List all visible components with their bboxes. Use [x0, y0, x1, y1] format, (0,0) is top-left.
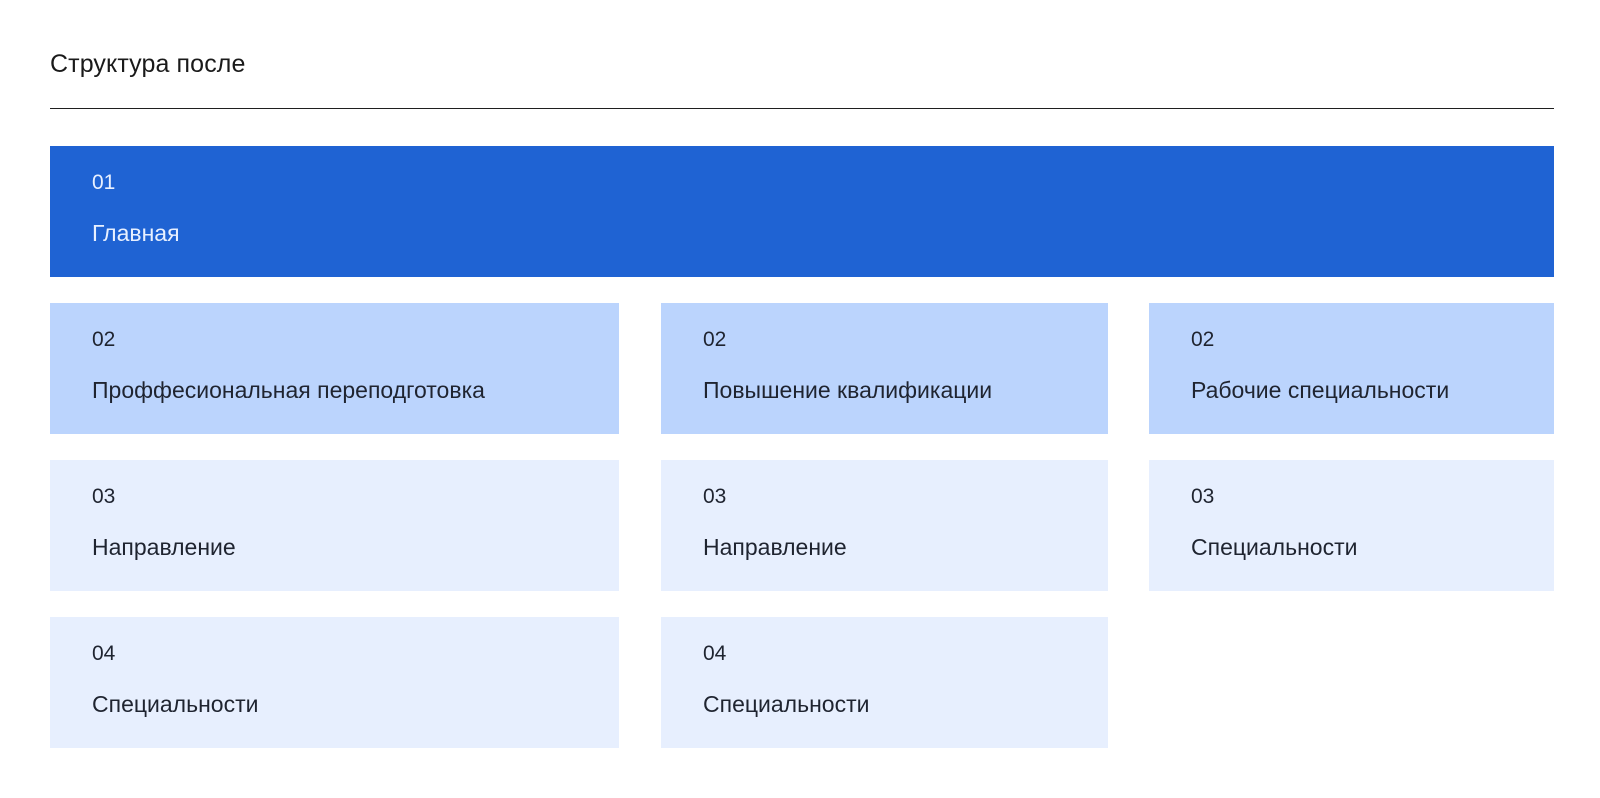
node-label: Проффесиональная переподготовка — [92, 377, 485, 403]
node-main: 01 Главная — [50, 146, 1554, 277]
node-number: 02 — [1191, 328, 1215, 351]
node-number: 02 — [92, 328, 116, 351]
node-label: Направление — [92, 534, 236, 560]
node-label: Специальности — [1191, 534, 1358, 560]
node-label: Специальности — [703, 691, 870, 717]
node-number: 03 — [1191, 485, 1215, 508]
node-direction-training: 03 Направление — [661, 460, 1108, 591]
node-label: Повышение квалификации — [703, 377, 993, 403]
node-label: Направление — [703, 534, 847, 560]
node-label: Специальности — [92, 691, 259, 717]
node-number: 03 — [92, 485, 116, 508]
node-number: 02 — [703, 328, 727, 351]
node-advanced-training: 02 Повышение квалификации — [661, 303, 1108, 434]
node-direction-retraining: 03 Направление — [50, 460, 619, 591]
title-divider — [50, 108, 1554, 109]
node-number: 04 — [92, 642, 116, 665]
node-working-specialties: 02 Рабочие специальности — [1149, 303, 1554, 434]
node-label: Главная — [92, 220, 180, 246]
node-specialties-training: 04 Специальности — [661, 617, 1108, 748]
node-number: 04 — [703, 642, 727, 665]
node-number: 01 — [92, 171, 116, 194]
node-label: Рабочие специальности — [1191, 377, 1450, 403]
node-specialties-retraining: 04 Специальности — [50, 617, 619, 748]
page-title: Структура после — [50, 50, 246, 78]
node-professional-retraining: 02 Проффесиональная переподготовка — [50, 303, 619, 434]
node-specialties-working: 03 Специальности — [1149, 460, 1554, 591]
node-number: 03 — [703, 485, 727, 508]
